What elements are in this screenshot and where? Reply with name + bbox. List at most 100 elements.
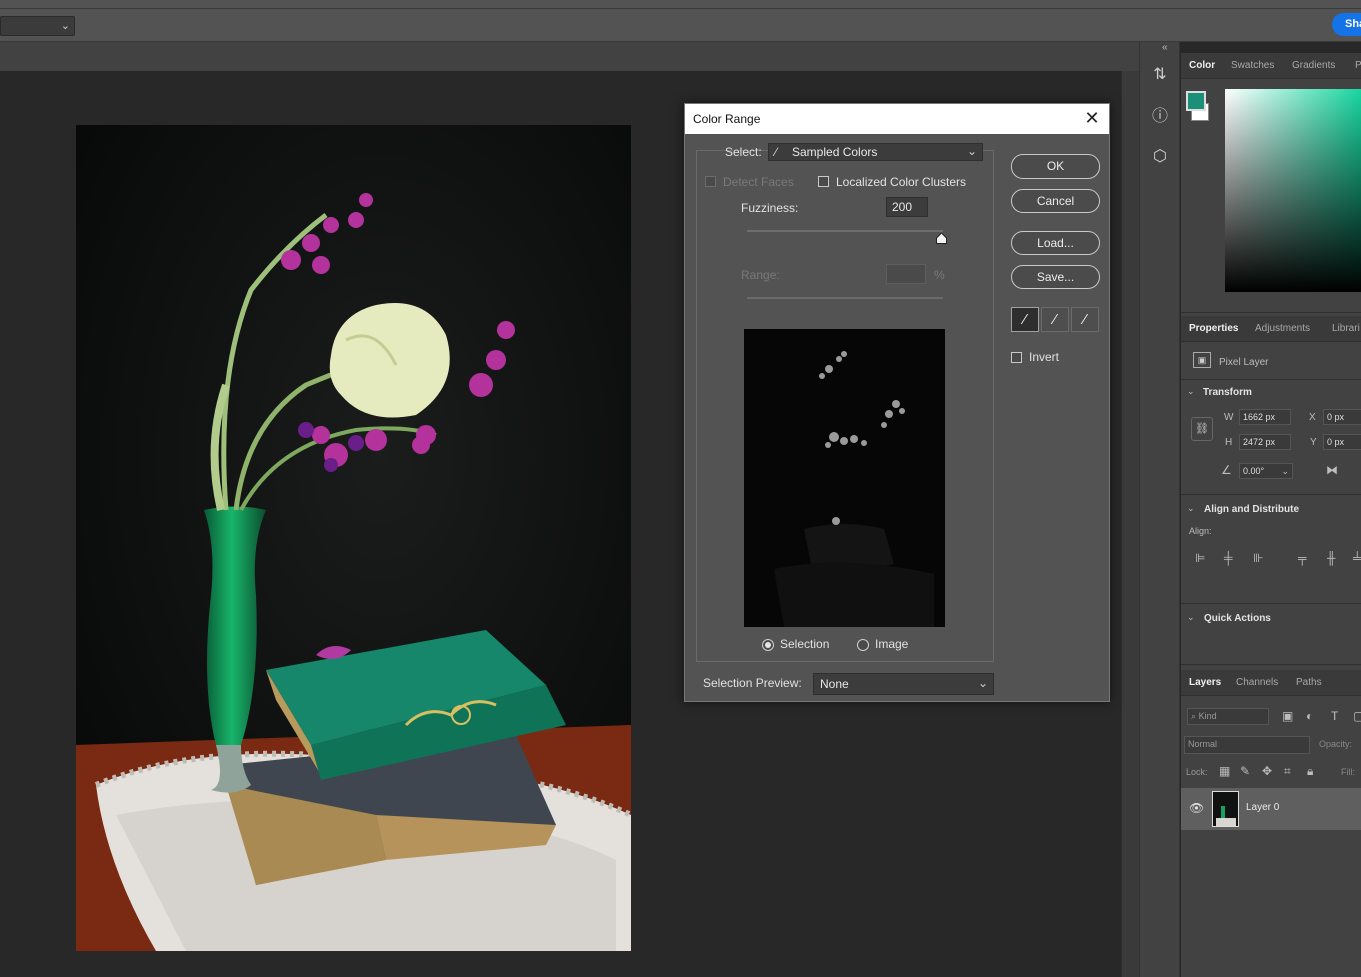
load-button[interactable]: Load...: [1011, 231, 1100, 255]
selection-preview-dropdown[interactable]: None ⌄: [813, 673, 994, 695]
height-input[interactable]: 2472 px: [1239, 434, 1291, 450]
layer-row[interactable]: 👁︎ Layer 0: [1181, 788, 1361, 830]
canvas-image[interactable]: [76, 125, 631, 951]
link-icon[interactable]: ⛓: [1191, 417, 1213, 441]
tab-libraries[interactable]: Librari: [1332, 316, 1360, 342]
mask-preview: [744, 329, 945, 627]
tab-patterns[interactable]: P: [1355, 53, 1361, 79]
eyedropper-icon: ⁄: [775, 145, 778, 159]
save-button[interactable]: Save...: [1011, 265, 1100, 289]
h-label: H: [1225, 437, 1233, 448]
visibility-eye-icon[interactable]: 👁︎: [1189, 801, 1204, 815]
align-distribute-title: Align and Distribute: [1204, 504, 1299, 515]
foreground-color-swatch[interactable]: [1186, 91, 1206, 111]
close-icon[interactable]: ✕: [1083, 104, 1101, 134]
divider: [1181, 664, 1361, 665]
lock-move-icon[interactable]: ✥: [1262, 764, 1272, 778]
search-icon: ⌕: [1191, 711, 1197, 721]
tab-channels[interactable]: Channels: [1236, 670, 1278, 696]
3d-cube-icon[interactable]: ⬡: [1145, 142, 1175, 172]
localized-clusters-label: Localized Color Clusters: [836, 175, 967, 189]
fuzziness-input[interactable]: 200: [886, 197, 928, 217]
blend-mode-dropdown[interactable]: Normal: [1184, 736, 1310, 754]
chevron-down-icon: ⌄: [1281, 466, 1289, 476]
ok-button[interactable]: OK: [1011, 154, 1100, 179]
tab-gradients[interactable]: Gradients: [1292, 53, 1335, 79]
still-life-painting: [76, 125, 631, 951]
range-slider-track[interactable]: [747, 297, 943, 299]
layers-panel-tabs: Layers Channels Paths: [1181, 670, 1361, 696]
lock-transparent-icon[interactable]: ▦: [1219, 764, 1230, 778]
tab-layers[interactable]: Layers: [1189, 670, 1221, 696]
invert-checkbox[interactable]: [1011, 352, 1022, 363]
divider: [1181, 312, 1361, 313]
type-filter-icon[interactable]: T: [1331, 709, 1338, 723]
chevron-down-icon[interactable]: ⌄: [1187, 503, 1195, 514]
fuzziness-label: Fuzziness:: [741, 201, 799, 215]
shape-filter-icon[interactable]: ▢: [1353, 709, 1361, 723]
adjustment-filter-icon[interactable]: ◐: [1306, 709, 1313, 723]
lock-artboard-icon[interactable]: ⌗: [1284, 764, 1291, 779]
range-input[interactable]: [886, 264, 926, 284]
lock-brush-icon[interactable]: ✎: [1240, 764, 1250, 778]
canvas-vertical-scrollbar[interactable]: [1121, 71, 1139, 977]
color-panel-tabs: Color Swatches Gradients P: [1181, 53, 1361, 79]
align-right-icon[interactable]: ⊪: [1253, 551, 1263, 565]
align-left-icon[interactable]: ⊫: [1195, 551, 1205, 565]
fuzziness-slider-thumb[interactable]: [936, 232, 947, 244]
eyedropper-minus-icon: ⁄: [1083, 311, 1087, 328]
fuzziness-slider-track[interactable]: [747, 230, 943, 232]
tab-color[interactable]: Color: [1189, 53, 1215, 79]
y-input[interactable]: 0 px: [1323, 434, 1361, 450]
align-middle-icon[interactable]: ╫: [1327, 551, 1336, 565]
localized-clusters-checkbox[interactable]: [818, 176, 829, 187]
chevron-down-icon[interactable]: ⌄: [1187, 386, 1195, 397]
flip-horizontal-icon[interactable]: ⧓: [1326, 463, 1338, 477]
layer-type-label: Pixel Layer: [1219, 357, 1269, 368]
image-filter-icon[interactable]: ▣: [1282, 709, 1293, 723]
lock-label: Lock:: [1186, 767, 1208, 777]
x-input[interactable]: 0 px: [1323, 409, 1361, 425]
width-input[interactable]: 1662 px: [1239, 409, 1291, 425]
eyedropper-icon: ⁄: [1023, 311, 1027, 328]
align-bottom-icon[interactable]: ╧: [1353, 551, 1361, 565]
eyedropper-plus-icon: ⁄: [1053, 311, 1057, 328]
quick-actions-title: Quick Actions: [1204, 613, 1271, 624]
angle-input[interactable]: 0.00° ⌄: [1239, 463, 1293, 479]
divider: [1181, 379, 1361, 380]
cancel-button[interactable]: Cancel: [1011, 189, 1100, 213]
y-label: Y: [1310, 437, 1317, 448]
kind-filter[interactable]: ⌕ Kind: [1187, 708, 1269, 725]
info-icon[interactable]: ⓘ: [1145, 102, 1175, 132]
collapse-panels-icon[interactable]: «: [1162, 42, 1168, 53]
align-top-icon[interactable]: ╤: [1298, 551, 1307, 565]
selection-preview-image[interactable]: [744, 329, 945, 627]
lock-all-icon[interactable]: 🔒︎: [1307, 764, 1313, 779]
color-picker-field[interactable]: [1225, 89, 1361, 292]
subtract-from-sample-button[interactable]: ⁄: [1071, 307, 1099, 332]
tab-swatches[interactable]: Swatches: [1231, 53, 1274, 79]
add-to-sample-button[interactable]: ⁄: [1041, 307, 1069, 332]
invert-label: Invert: [1029, 350, 1060, 364]
preview-selection-radio[interactable]: [762, 639, 774, 651]
options-bar: [0, 9, 1361, 42]
tab-adjustments[interactable]: Adjustments: [1255, 316, 1310, 342]
tab-paths[interactable]: Paths: [1296, 670, 1322, 696]
select-dropdown[interactable]: ⁄ Sampled Colors ⌄: [768, 143, 983, 161]
x-label: X: [1309, 412, 1316, 423]
tab-properties[interactable]: Properties: [1189, 316, 1238, 342]
angle-icon: ∠: [1221, 463, 1232, 477]
history-icon[interactable]: ⇅: [1145, 60, 1175, 90]
preview-image-radio[interactable]: [857, 639, 869, 651]
share-button[interactable]: Sha: [1332, 13, 1361, 36]
divider: [1181, 603, 1361, 604]
eyedropper-tool-button[interactable]: ⁄: [1011, 307, 1039, 332]
options-dropdown[interactable]: ⌄: [0, 16, 75, 36]
chevron-down-icon: ⌄: [977, 676, 988, 690]
selection-preview-label: Selection Preview:: [703, 676, 802, 690]
align-center-icon[interactable]: ╪: [1224, 551, 1233, 565]
chevron-down-icon[interactable]: ⌄: [1187, 612, 1195, 623]
detect-faces-checkbox[interactable]: [705, 176, 716, 187]
blend-mode-value: Normal: [1188, 739, 1218, 749]
detect-faces-label: Detect Faces: [723, 175, 794, 189]
